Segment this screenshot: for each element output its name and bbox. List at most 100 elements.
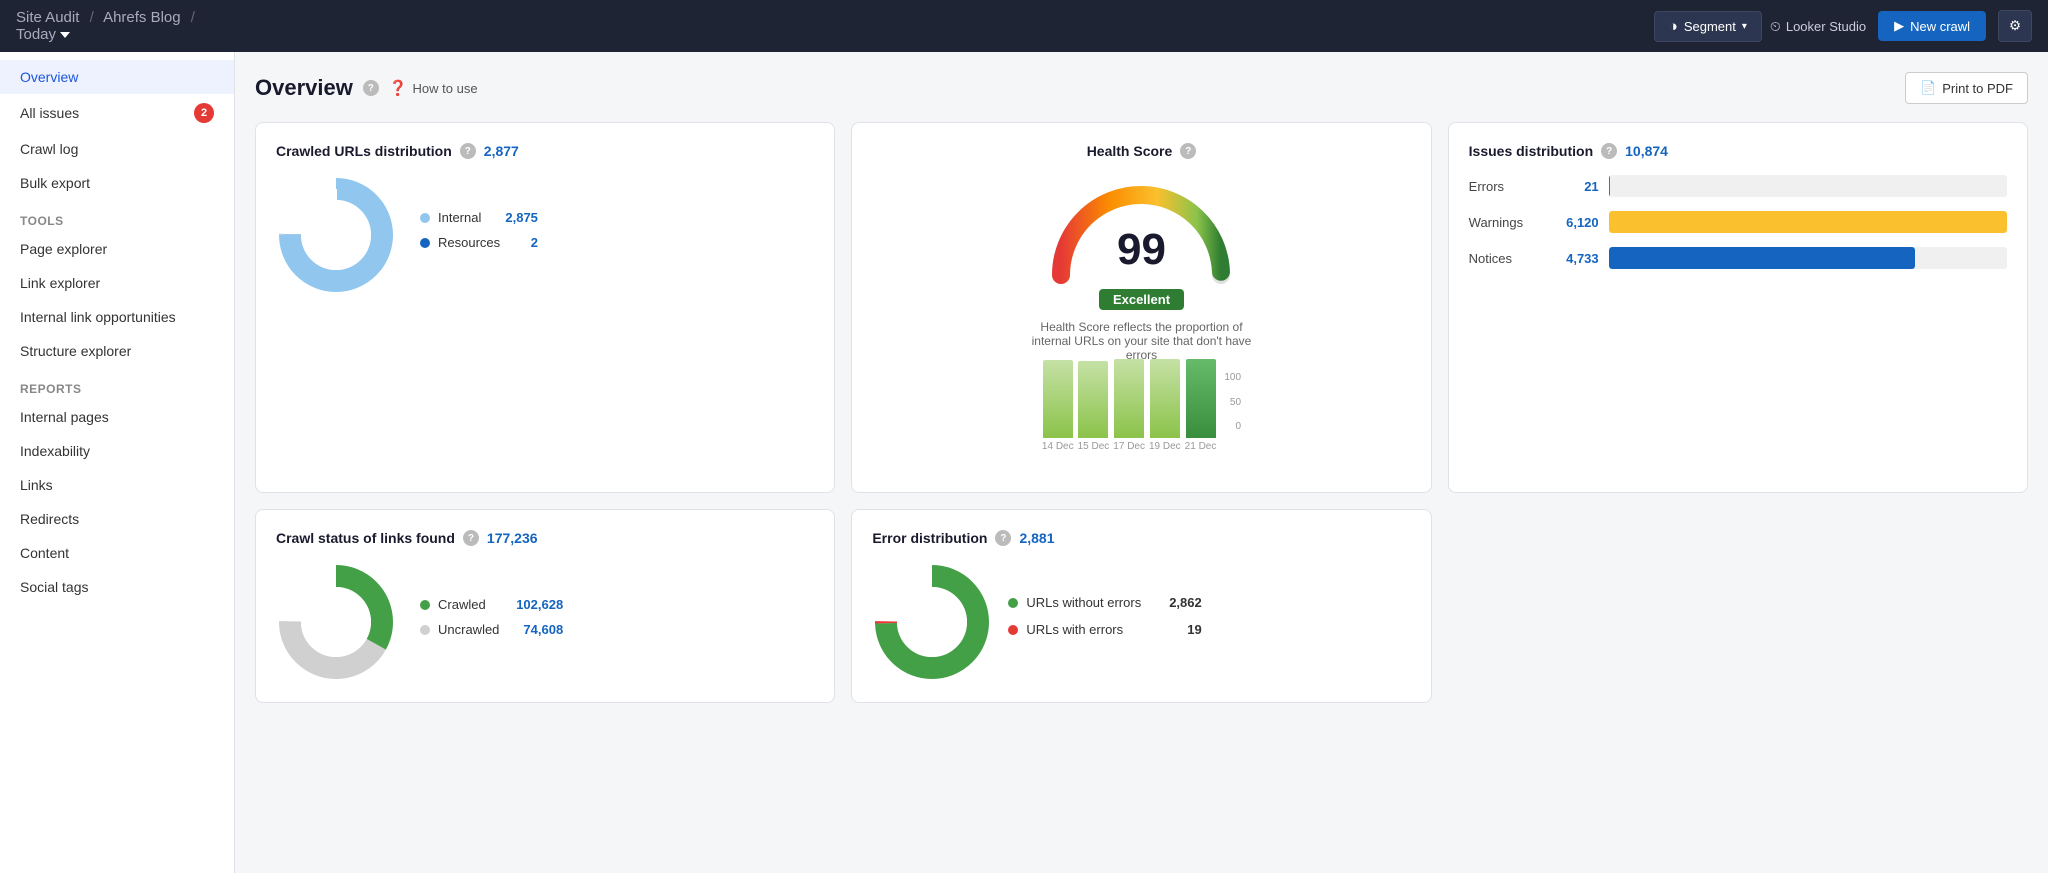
new-crawl-button[interactable]: ▶ New crawl: [1878, 11, 1986, 41]
crawl-status-info-icon[interactable]: ?: [463, 530, 479, 546]
warnings-row: Warnings 6,120: [1469, 211, 2007, 233]
errors-bar-wrap: [1609, 175, 2007, 197]
breadcrumb-sep1: /: [90, 9, 94, 26]
crawl-status-donut: [276, 562, 396, 682]
issues-info-icon[interactable]: ?: [1601, 143, 1617, 159]
health-description: Health Score reflects the proportion of …: [1026, 320, 1256, 362]
sidebar-item-redirects[interactable]: Redirects: [0, 502, 234, 536]
looker-icon: ⏲: [1770, 18, 1781, 35]
breadcrumb-blog[interactable]: Ahrefs Blog: [103, 9, 181, 26]
main-layout: Overview All issues 2 Crawl log Bulk exp…: [0, 52, 2048, 873]
health-score-gauge: 99: [1041, 175, 1241, 285]
segment-button[interactable]: ◑ Segment ▾: [1654, 11, 1762, 42]
errors-bar: [1609, 175, 1611, 197]
overview-info-icon[interactable]: ?: [363, 80, 379, 96]
main-content: Overview ? ❓ How to use 📄 Print to PDF C…: [235, 52, 2048, 873]
crawled-urls-title: Crawled URLs distribution ? 2,877: [276, 143, 814, 159]
all-issues-badge: 2: [194, 103, 214, 123]
page-title: Overview: [255, 75, 353, 101]
chevron-down-icon: ▾: [1742, 21, 1747, 32]
history-y-axis: 100 50 0: [1224, 372, 1241, 452]
health-score-title: Health Score ?: [1087, 143, 1197, 159]
segment-icon: ◑: [1669, 18, 1678, 35]
crawled-urls-chart-row: Internal 2,875 Resources 2: [276, 175, 814, 295]
crawled-urls-donut: [276, 175, 396, 295]
issues-distribution-card: Issues distribution ? 10,874 Errors 21 W…: [1448, 122, 2028, 493]
looker-studio-link[interactable]: ⏲ Looker Studio: [1770, 18, 1866, 35]
sidebar-item-link-explorer[interactable]: Link explorer: [0, 266, 234, 300]
warnings-bar-wrap: [1609, 211, 2007, 233]
health-history: 14 Dec 15 Dec 17 Dec 19 Dec: [1042, 372, 1241, 472]
settings-button[interactable]: ⚙: [1998, 10, 2032, 42]
error-distribution-card: Error distribution ? 2,881: [851, 509, 1431, 703]
page-header: Overview ? ❓ How to use 📄 Print to PDF: [255, 72, 2028, 104]
legend-resources: Resources 2: [420, 235, 538, 250]
errors-row: Errors 21: [1469, 175, 2007, 197]
gear-icon: ⚙: [2009, 18, 2021, 33]
crawl-status-chart-row: Crawled 102,628 Uncrawled 74,608: [276, 562, 814, 682]
crawl-status-legend: Crawled 102,628 Uncrawled 74,608: [420, 597, 563, 647]
legend-crawled: Crawled 102,628: [420, 597, 563, 612]
error-dist-title: Error distribution ? 2,881: [872, 530, 1410, 546]
history-bar-3: 17 Dec: [1113, 359, 1145, 452]
topbar-right: ⏲ Looker Studio ▶ New crawl ⚙: [1770, 10, 2032, 42]
notices-bar-wrap: [1609, 247, 2007, 269]
crawled-urls-legend: Internal 2,875 Resources 2: [420, 210, 538, 260]
sidebar-item-crawl-log[interactable]: Crawl log: [0, 132, 234, 166]
no-errors-dot: [1008, 598, 1018, 608]
sidebar-item-page-explorer[interactable]: Page explorer: [0, 232, 234, 266]
legend-no-errors: URLs without errors 2,862: [1008, 595, 1201, 610]
topbar: Site Audit / Ahrefs Blog / Today ◑ Segme…: [0, 0, 2048, 52]
history-bars-container: 14 Dec 15 Dec 17 Dec 19 Dec: [1042, 372, 1216, 472]
sidebar-item-links[interactable]: Links: [0, 468, 234, 502]
error-dist-chart-row: URLs without errors 2,862 URLs with erro…: [872, 562, 1410, 682]
sidebar-item-overview[interactable]: Overview: [0, 60, 234, 94]
breadcrumb-site-audit[interactable]: Site Audit: [16, 9, 79, 26]
excellent-badge: Excellent: [1099, 289, 1184, 310]
page-title-row: Overview ? ❓ How to use: [255, 75, 478, 101]
history-bar-4: 19 Dec: [1149, 359, 1181, 452]
sidebar-item-all-issues[interactable]: All issues 2: [0, 94, 234, 132]
health-score-card: Health Score ?: [851, 122, 1431, 493]
issues-title: Issues distribution ? 10,874: [1469, 143, 2007, 159]
uncrawled-dot: [420, 625, 430, 635]
sidebar-item-indexability[interactable]: Indexability: [0, 434, 234, 468]
internal-dot: [420, 213, 430, 223]
notices-bar: [1609, 247, 1916, 269]
tools-section-label: Tools: [0, 200, 234, 232]
sidebar-item-internal-pages[interactable]: Internal pages: [0, 400, 234, 434]
error-dist-info-icon[interactable]: ?: [995, 530, 1011, 546]
sidebar-item-bulk-export[interactable]: Bulk export: [0, 166, 234, 200]
breadcrumb: Site Audit / Ahrefs Blog / Today: [16, 9, 1646, 43]
sidebar-item-social-tags[interactable]: Social tags: [0, 570, 234, 604]
error-dist-legend: URLs without errors 2,862 URLs with erro…: [1008, 595, 1201, 649]
today-selector[interactable]: Today: [16, 26, 1646, 43]
legend-with-errors: URLs with errors 19: [1008, 622, 1201, 637]
history-bar-1: 14 Dec: [1042, 360, 1074, 452]
legend-internal: Internal 2,875: [420, 210, 538, 225]
how-to-use-link[interactable]: ❓ How to use: [389, 79, 478, 97]
crawled-urls-info-icon[interactable]: ?: [460, 143, 476, 159]
crawled-urls-card: Crawled URLs distribution ? 2,877: [255, 122, 835, 493]
history-bar-5: 21 Dec: [1185, 359, 1217, 452]
reports-section-label: Reports: [0, 368, 234, 400]
error-dist-donut: [872, 562, 992, 682]
sidebar-item-content[interactable]: Content: [0, 536, 234, 570]
sidebar-item-structure-explorer[interactable]: Structure explorer: [0, 334, 234, 368]
crawl-status-card: Crawl status of links found ? 177,236: [255, 509, 835, 703]
question-icon: ❓: [389, 79, 408, 97]
legend-uncrawled: Uncrawled 74,608: [420, 622, 563, 637]
play-icon: ▶: [1894, 18, 1904, 34]
sidebar-item-internal-link-opp[interactable]: Internal link opportunities: [0, 300, 234, 334]
notices-row: Notices 4,733: [1469, 247, 2007, 269]
dashboard-grid: Crawled URLs distribution ? 2,877: [255, 122, 2028, 703]
sidebar: Overview All issues 2 Crawl log Bulk exp…: [0, 52, 235, 873]
resources-dot: [420, 238, 430, 248]
breadcrumb-sep2: /: [191, 9, 195, 26]
print-icon: 📄: [1920, 80, 1936, 96]
print-to-pdf-button[interactable]: 📄 Print to PDF: [1905, 72, 2028, 104]
health-score-info-icon[interactable]: ?: [1180, 143, 1196, 159]
crawled-dot: [420, 600, 430, 610]
with-errors-dot: [1008, 625, 1018, 635]
crawl-status-title: Crawl status of links found ? 177,236: [276, 530, 814, 546]
